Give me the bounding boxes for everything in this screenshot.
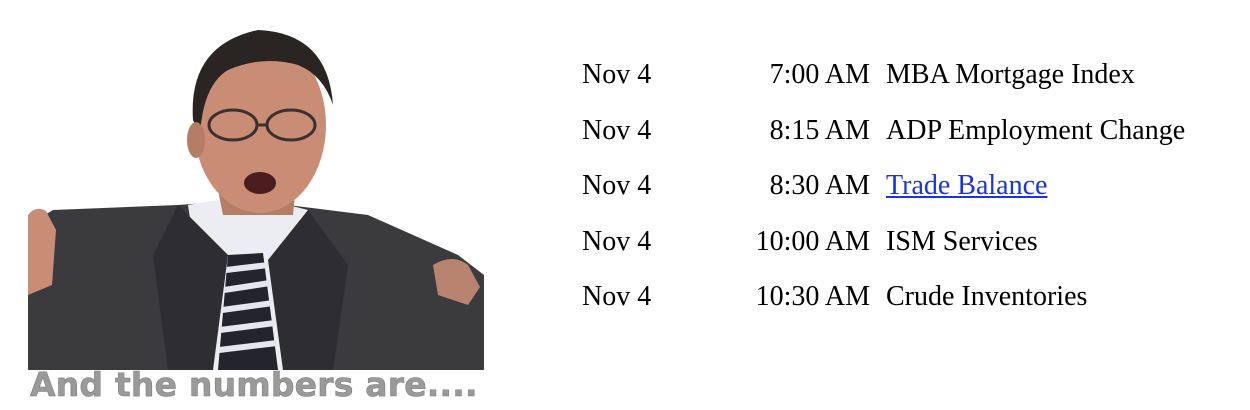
event-time: 7:00 AM	[769, 59, 870, 90]
event-name: Crude Inventories	[886, 281, 1088, 312]
event-time: 10:00 AM	[755, 225, 870, 257]
trade-balance-link[interactable]: Trade Balance	[886, 161, 1047, 211]
presenter-photo	[28, 25, 484, 370]
event-time: 10:30 AM	[755, 281, 870, 312]
event-name: MBA Mortgage Index	[886, 59, 1135, 90]
event-name: ISM Services	[886, 225, 1038, 257]
caption-text: And the numbers are....	[30, 365, 478, 405]
event-time: 8:15 AM	[769, 114, 870, 146]
event-name: ADP Employment Change	[886, 114, 1186, 146]
event-time: 8:30 AM	[769, 170, 870, 201]
